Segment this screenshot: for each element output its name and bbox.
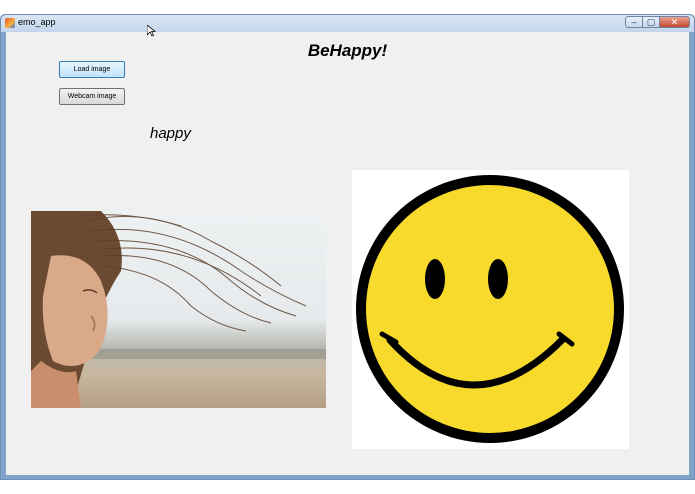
woman-face-photo-icon bbox=[31, 211, 326, 408]
minimize-button[interactable]: – bbox=[625, 16, 643, 28]
figure-area: BeHappy! Load image Webcam image happy bbox=[6, 32, 689, 475]
emotion-result-label: happy bbox=[150, 125, 191, 142]
mouse-cursor-icon bbox=[147, 25, 157, 37]
window-controls: – ▢ ✕ bbox=[625, 16, 690, 28]
window-title: emo_app bbox=[18, 17, 56, 27]
smiley-face-icon bbox=[356, 175, 624, 443]
emotion-emoji-panel bbox=[352, 170, 629, 449]
app-window: emo_app – ▢ ✕ BeHappy! Load image Webcam… bbox=[0, 14, 695, 480]
matlab-app-icon bbox=[5, 18, 15, 28]
maximize-button[interactable]: ▢ bbox=[643, 16, 660, 28]
load-image-button[interactable]: Load image bbox=[59, 61, 125, 78]
close-button[interactable]: ✕ bbox=[660, 16, 690, 28]
title-bar[interactable]: emo_app – ▢ ✕ bbox=[1, 15, 694, 32]
webcam-image-button[interactable]: Webcam image bbox=[59, 88, 125, 105]
app-heading: BeHappy! bbox=[307, 41, 388, 60]
input-photo bbox=[31, 211, 326, 408]
